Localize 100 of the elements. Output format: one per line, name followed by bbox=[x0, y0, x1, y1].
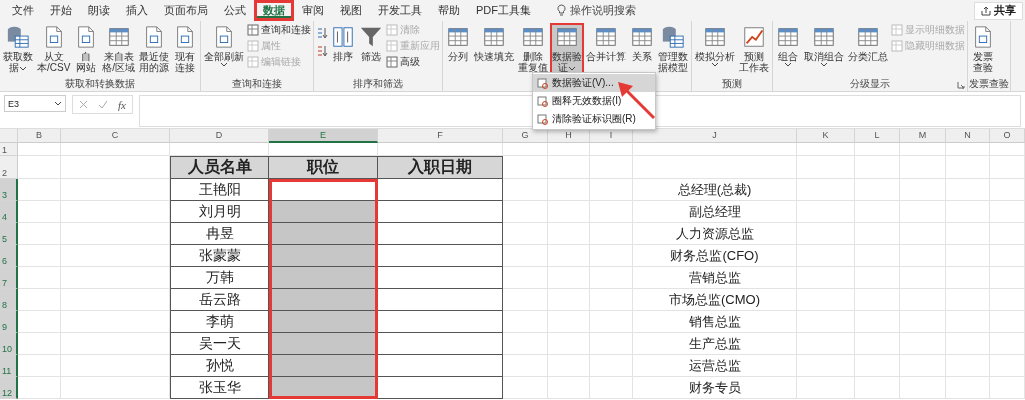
ribbon-tab[interactable]: 公式 bbox=[216, 0, 254, 21]
menu-item[interactable]: 数据验证(V)... bbox=[533, 74, 655, 92]
empty-cell bbox=[855, 377, 900, 399]
ribbon-button[interactable]: 组合 bbox=[774, 23, 803, 69]
sort-descending-icon[interactable] bbox=[316, 45, 329, 57]
empty-cell bbox=[990, 289, 1025, 311]
check-icon[interactable] bbox=[98, 100, 108, 109]
row-header[interactable]: 11 bbox=[0, 355, 18, 377]
row-header[interactable]: 8 bbox=[0, 289, 18, 311]
ribbon-button[interactable]: 自 网站 bbox=[72, 23, 101, 75]
table-icon bbox=[555, 25, 580, 49]
row-header[interactable]: 1 bbox=[0, 143, 18, 156]
ribbon-button[interactable]: 预测 工作表 bbox=[737, 23, 772, 75]
ribbon-button[interactable]: 从文 本/CSV bbox=[35, 23, 73, 75]
table-icon bbox=[812, 25, 837, 49]
ribbon-tab[interactable]: 开发工具 bbox=[370, 0, 430, 21]
empty-cell bbox=[548, 355, 590, 377]
ribbon-tab[interactable]: 开始 bbox=[42, 0, 80, 21]
empty-cell bbox=[503, 333, 548, 355]
ribbon-button[interactable]: 分列 bbox=[444, 23, 473, 64]
ribbon-small-button[interactable]: 查询和连接 bbox=[247, 23, 312, 37]
column-header[interactable]: O bbox=[990, 129, 1025, 143]
ribbon-tab[interactable]: 审阅 bbox=[294, 0, 332, 21]
empty-cell bbox=[990, 355, 1025, 377]
table-cell: 冉昱 bbox=[170, 223, 269, 245]
ribbon-button[interactable]: 取消组合 bbox=[802, 23, 847, 69]
ribbon-tab[interactable]: 插入 bbox=[118, 0, 156, 21]
empty-cell bbox=[990, 311, 1025, 333]
ribbon-button[interactable]: 筛选 bbox=[357, 23, 386, 64]
row-header[interactable]: 4 bbox=[0, 201, 18, 223]
empty-cell bbox=[590, 333, 633, 355]
empty-cell bbox=[946, 355, 990, 377]
ribbon-button[interactable]: 最近使 用的源 bbox=[137, 23, 172, 75]
row-header[interactable]: 3 bbox=[0, 179, 18, 201]
empty-cell bbox=[797, 355, 855, 377]
ribbon-tab[interactable]: 页面布局 bbox=[156, 0, 216, 21]
table-icon bbox=[594, 25, 619, 49]
ribbon-tab[interactable]: 朗读 bbox=[80, 0, 118, 21]
column-header[interactable]: L bbox=[855, 129, 900, 143]
column-header[interactable]: M bbox=[900, 129, 946, 143]
table-cell: 销售总监 bbox=[633, 311, 797, 333]
menu-item[interactable]: 圈释无效数据(I) bbox=[533, 92, 655, 110]
empty-cell bbox=[990, 377, 1025, 399]
row-header[interactable]: 10 bbox=[0, 333, 18, 355]
table-icon bbox=[386, 40, 399, 52]
empty-cell bbox=[590, 143, 633, 156]
group-label: 排序和筛选 bbox=[353, 78, 404, 89]
name-box[interactable]: E3 bbox=[4, 95, 66, 112]
ribbon-small-button[interactable]: 高级 bbox=[386, 55, 441, 69]
empty-cell bbox=[855, 333, 900, 355]
ribbon-tab[interactable]: 帮助 bbox=[430, 0, 468, 21]
sort-ascending-icon[interactable] bbox=[316, 27, 329, 39]
empty-cell bbox=[590, 377, 633, 399]
row-header[interactable]: 12 bbox=[0, 377, 18, 399]
empty-cell bbox=[590, 201, 633, 223]
column-header[interactable]: C bbox=[61, 129, 170, 143]
ribbon-button[interactable]: 模拟分析 bbox=[693, 23, 738, 69]
column-header[interactable]: E bbox=[269, 129, 378, 143]
empty-cell bbox=[946, 377, 990, 399]
column-header[interactable]: K bbox=[797, 129, 855, 143]
share-button[interactable]: 共享 bbox=[974, 1, 1023, 20]
insert-function-button[interactable]: fx bbox=[118, 98, 126, 111]
ribbon-button[interactable]: 分类汇总 bbox=[846, 23, 891, 64]
ribbon-button[interactable]: 关系 bbox=[628, 23, 657, 64]
ribbon-button[interactable]: 合并计算 bbox=[584, 23, 629, 64]
ribbon-button[interactable]: 快速填充 bbox=[472, 23, 517, 64]
ribbon-tab[interactable]: 文件 bbox=[4, 0, 42, 21]
table-icon bbox=[386, 56, 399, 68]
database-icon bbox=[661, 25, 686, 49]
empty-cell bbox=[900, 201, 946, 223]
row-header[interactable]: 2 bbox=[0, 156, 18, 179]
ribbon-button[interactable]: 现有 连接 bbox=[171, 23, 200, 75]
ribbon-button[interactable]: 全部刷新 bbox=[202, 23, 247, 69]
ribbon-tab[interactable]: 视图 bbox=[332, 0, 370, 21]
row-header[interactable]: 7 bbox=[0, 267, 18, 289]
column-header[interactable]: N bbox=[946, 129, 990, 143]
column-header[interactable]: G bbox=[503, 129, 548, 143]
empty-cell bbox=[946, 201, 990, 223]
ribbon-button[interactable]: 获取数 据 bbox=[1, 23, 35, 75]
ribbon-tab[interactable]: PDF工具集 bbox=[468, 0, 539, 21]
row-header[interactable]: 9 bbox=[0, 311, 18, 333]
empty-cell bbox=[900, 333, 946, 355]
column-header[interactable]: J bbox=[633, 129, 797, 143]
menu-item[interactable]: 清除验证标识圈(R) bbox=[533, 110, 655, 128]
caret-icon bbox=[220, 62, 229, 67]
tell-me-search[interactable]: 操作说明搜索 bbox=[570, 3, 636, 18]
table-cell: 吴一天 bbox=[170, 333, 269, 355]
cancel-icon[interactable] bbox=[79, 100, 88, 109]
ribbon-button[interactable]: 管理数 据模型 bbox=[656, 23, 691, 75]
ribbon-button[interactable]: 发票 查验 bbox=[969, 23, 998, 75]
ribbon-button[interactable]: 数据验 证 bbox=[550, 23, 585, 75]
row-header[interactable]: 5 bbox=[0, 223, 18, 245]
row-header[interactable]: 6 bbox=[0, 245, 18, 267]
ribbon-button[interactable]: 来自表 格/区域 bbox=[100, 23, 138, 75]
dialog-launcher-icon[interactable] bbox=[957, 81, 966, 89]
column-header[interactable]: B bbox=[18, 129, 61, 143]
column-header[interactable]: D bbox=[170, 129, 269, 143]
ribbon-button[interactable]: 排序 bbox=[329, 23, 358, 64]
column-header[interactable]: F bbox=[378, 129, 503, 143]
ribbon-tab[interactable]: 数据 bbox=[254, 0, 294, 21]
